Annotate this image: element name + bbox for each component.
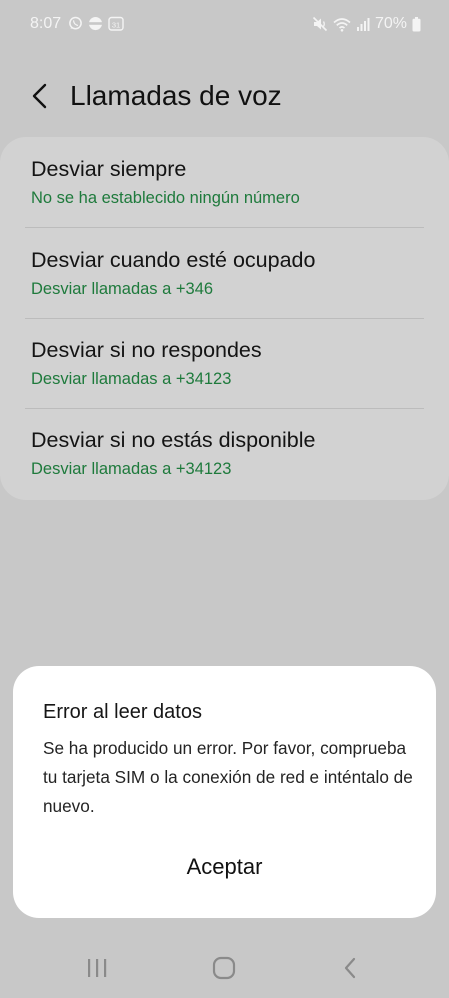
status-bar: 8:07 31 70% (0, 0, 449, 52)
item-title: Desviar si no estás disponible (31, 428, 316, 452)
page-title: Llamadas de voz (70, 80, 282, 111)
app-header: Llamadas de voz (0, 78, 449, 118)
list-item-forward-unreachable[interactable]: Desviar si no estás disponible Desviar l… (0, 408, 449, 498)
recent-apps-button[interactable] (77, 952, 117, 988)
calendar-31-icon: 31 (108, 16, 124, 31)
item-subtitle: Desviar llamadas a +346 (31, 280, 214, 298)
home-button[interactable] (204, 952, 244, 988)
navigation-bar (0, 940, 449, 998)
list-item-forward-always[interactable]: Desviar siempre No se ha establecido nin… (0, 137, 449, 227)
call-forwarding-list: Desviar siempre No se ha establecido nin… (0, 137, 449, 500)
item-subtitle: Desviar llamadas a +34123 (31, 370, 232, 388)
calendar-day-text: 31 (112, 20, 120, 29)
item-title: Desviar siempre (31, 157, 187, 181)
dialog-title: Error al leer datos (43, 701, 202, 723)
item-subtitle: Desviar llamadas a +34123 (31, 460, 232, 478)
list-item-forward-no-answer[interactable]: Desviar si no respondes Desviar llamadas… (0, 318, 449, 408)
accept-button[interactable]: Aceptar (13, 844, 436, 890)
list-item-forward-busy[interactable]: Desviar cuando esté ocupado Desviar llam… (0, 228, 449, 318)
status-right-icons: 70% (312, 15, 421, 33)
item-subtitle: No se ha establecido ningún número (31, 189, 300, 207)
home-icon (212, 956, 236, 985)
recent-apps-icon (86, 958, 108, 983)
wifi-icon (333, 17, 351, 32)
chevron-left-icon (31, 83, 49, 114)
battery-percent: 70% (374, 15, 407, 32)
pie-app-icon (88, 16, 103, 31)
error-dialog: Error al leer datos Se ha producido un e… (13, 666, 436, 918)
item-title: Desviar si no respondes (31, 338, 262, 362)
signal-icon (356, 17, 370, 32)
dialog-message: Se ha producido un error. Por favor, com… (43, 738, 413, 816)
battery-icon (412, 16, 421, 32)
whatsapp-icon (68, 16, 83, 31)
mute-vibrate-icon (312, 16, 328, 32)
nav-back-button[interactable] (330, 952, 370, 988)
back-button[interactable] (24, 82, 56, 114)
item-title: Desviar cuando esté ocupado (31, 248, 316, 272)
status-left-icons: 31 (68, 16, 124, 31)
back-icon (343, 957, 357, 984)
status-time: 8:07 (30, 15, 62, 32)
